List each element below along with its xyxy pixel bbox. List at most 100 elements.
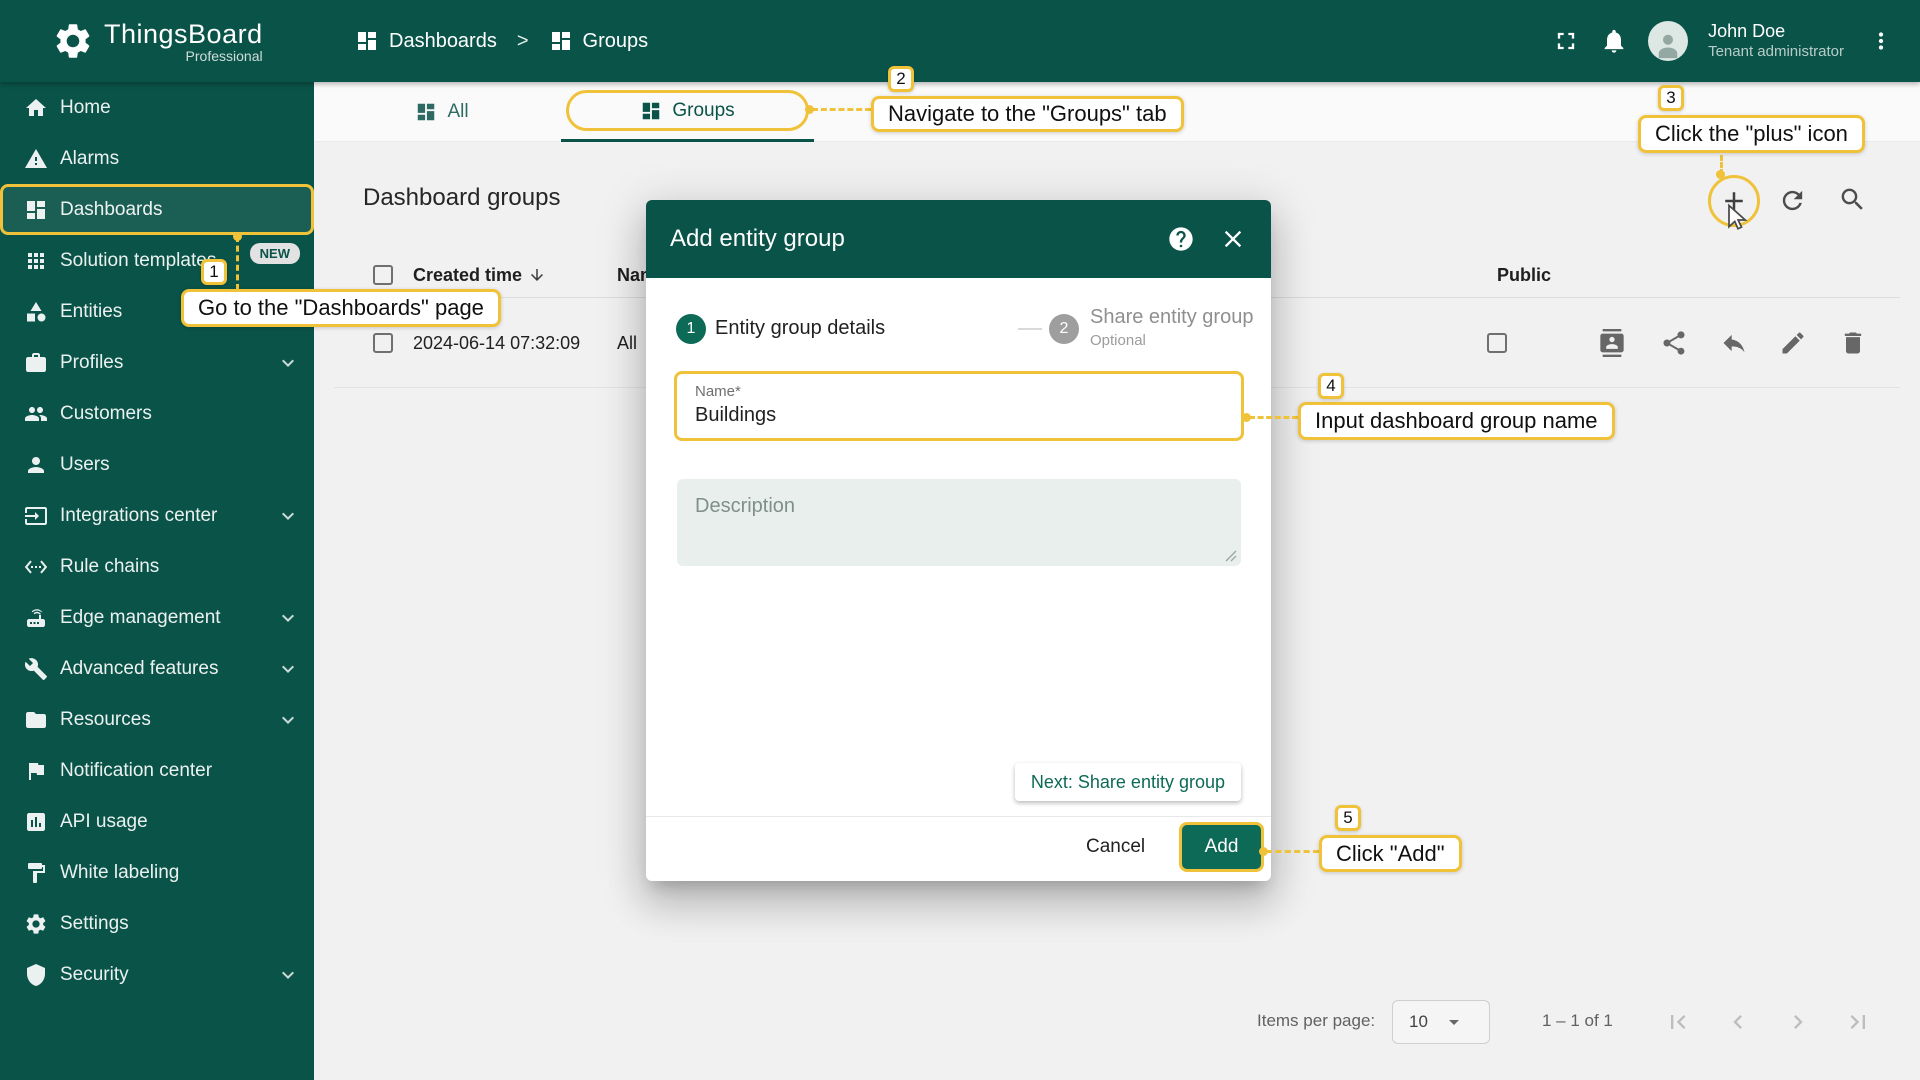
public-checkbox[interactable]	[1487, 333, 1507, 353]
callout-3-label: Click the "plus" icon	[1638, 115, 1865, 153]
first-page-button[interactable]	[1664, 1008, 1692, 1036]
sidebar-item-home[interactable]: Home	[0, 82, 314, 133]
sidebar-item-label: Resources	[60, 709, 151, 731]
chevron-down-icon	[276, 351, 300, 375]
manage-users-button[interactable]	[1598, 329, 1626, 357]
input-icon	[24, 504, 48, 528]
brand-logo[interactable]: ThingsBoard Professional	[52, 0, 263, 82]
user-name: John Doe	[1708, 20, 1844, 43]
callout-5-dot	[1259, 847, 1268, 856]
items-per-page-select[interactable]: 10	[1392, 1000, 1490, 1044]
sidebar-item-edge-management[interactable]: Edge management	[0, 592, 314, 643]
last-page-icon	[1844, 1008, 1872, 1036]
step-2-label: Share entity group	[1090, 306, 1253, 329]
sidebar-item-security[interactable]: Security	[0, 949, 314, 1000]
description-textarea[interactable]	[677, 479, 1241, 566]
sidebar-item-label: API usage	[60, 811, 148, 833]
sidebar-item-label: Settings	[60, 913, 129, 935]
dropdown-arrow-icon	[1442, 1010, 1466, 1034]
dashboards-grid-icon	[549, 29, 573, 53]
undo-button[interactable]	[1720, 329, 1748, 357]
cancel-button[interactable]: Cancel	[1086, 836, 1145, 858]
app-header: ThingsBoard Professional Dashboards > Gr…	[0, 0, 1920, 82]
sidebar-item-users[interactable]: Users	[0, 439, 314, 490]
share-button[interactable]	[1660, 329, 1688, 357]
sidebar-item-solution-templates[interactable]: Solution templates NEW	[0, 235, 314, 286]
thingsboard-app: ThingsBoard Professional Dashboards > Gr…	[0, 0, 1920, 1080]
callout-2-label: Navigate to the "Groups" tab	[871, 96, 1184, 132]
sidebar-item-integrations-center[interactable]: Integrations center	[0, 490, 314, 541]
dashboards-grid-icon	[415, 101, 437, 123]
sidebar-item-settings[interactable]: Settings	[0, 898, 314, 949]
refresh-button[interactable]	[1778, 186, 1807, 215]
callout-1-number: 1	[201, 259, 227, 285]
next-page-button[interactable]	[1784, 1008, 1812, 1036]
resize-grip-icon[interactable]	[1225, 550, 1237, 562]
prev-page-button[interactable]	[1724, 1008, 1752, 1036]
sidebar-item-notification-center[interactable]: Notification center	[0, 745, 314, 796]
sidebar-item-alarms[interactable]: Alarms	[0, 133, 314, 184]
paint-icon	[24, 861, 48, 885]
name-field[interactable]: Name*	[674, 371, 1244, 441]
sidebar-item-label: Alarms	[60, 148, 119, 170]
edit-button[interactable]	[1779, 329, 1807, 357]
close-dialog-button[interactable]	[1219, 225, 1247, 253]
tab-all[interactable]: All	[362, 82, 522, 142]
next-share-entity-group-button[interactable]: Next: Share entity group	[1015, 763, 1241, 801]
fullscreen-button[interactable]	[1552, 27, 1580, 55]
callout-2-connector	[812, 108, 871, 111]
next-page-icon	[1784, 1008, 1812, 1036]
sidebar-item-rule-chains[interactable]: Rule chains	[0, 541, 314, 592]
brand-subtitle: Professional	[186, 48, 263, 64]
trash-icon	[1839, 329, 1867, 357]
sidebar-item-api-usage[interactable]: API usage	[0, 796, 314, 847]
notifications-button[interactable]	[1600, 27, 1628, 55]
sidebar-item-dashboards[interactable]: Dashboards	[0, 184, 314, 235]
last-page-button[interactable]	[1844, 1008, 1872, 1036]
breadcrumb: Dashboards > Groups	[355, 0, 648, 82]
callout-1-dot	[233, 232, 242, 241]
avatar[interactable]	[1648, 21, 1688, 61]
row-checkbox[interactable]	[373, 333, 393, 353]
breadcrumb-groups[interactable]: Groups	[549, 29, 649, 53]
sidebar-item-white-labeling[interactable]: White labeling	[0, 847, 314, 898]
user-block[interactable]: John Doe Tenant administrator	[1708, 20, 1844, 61]
breadcrumb-dashboards[interactable]: Dashboards	[355, 29, 497, 53]
sidebar-item-advanced-features[interactable]: Advanced features	[0, 643, 314, 694]
avatar-person-icon	[1651, 27, 1685, 61]
more-menu-button[interactable]	[1868, 28, 1894, 54]
user-role: Tenant administrator	[1708, 43, 1844, 62]
breadcrumb-label: Groups	[583, 30, 649, 53]
name-field-label: Name*	[695, 383, 741, 400]
step-2-label-block[interactable]: Share entity group Optional	[1090, 306, 1253, 349]
select-all-checkbox[interactable]	[373, 265, 393, 285]
delete-button[interactable]	[1839, 329, 1867, 357]
description-field[interactable]	[677, 479, 1241, 566]
step-1-label: Entity group details	[715, 317, 885, 340]
edit-pencil-icon	[1779, 329, 1807, 357]
sidebar-nav: Home Alarms Dashboards Solution template…	[0, 82, 314, 1080]
more-vert-icon	[1868, 28, 1894, 54]
sidebar-item-label: Entities	[60, 301, 122, 323]
name-input[interactable]	[695, 404, 1215, 427]
sidebar-item-label: Customers	[60, 403, 152, 425]
sidebar-item-label: Home	[60, 97, 111, 119]
help-button[interactable]	[1167, 225, 1195, 253]
sidebar-item-customers[interactable]: Customers	[0, 388, 314, 439]
add-button[interactable]: Add	[1179, 822, 1264, 872]
callout-4-connector	[1249, 416, 1298, 419]
first-page-icon	[1664, 1008, 1692, 1036]
folder-icon	[24, 708, 48, 732]
sidebar-item-resources[interactable]: Resources	[0, 694, 314, 745]
logo-gear-icon	[52, 20, 94, 62]
search-button[interactable]	[1838, 185, 1867, 214]
tab-groups[interactable]: Groups	[566, 90, 809, 131]
sidebar-item-label: Advanced features	[60, 658, 218, 680]
chevron-down-icon	[276, 504, 300, 528]
brand-name: ThingsBoard	[104, 19, 263, 50]
sidebar-item-profiles[interactable]: Profiles	[0, 337, 314, 388]
dialog-header: Add entity group	[646, 200, 1271, 278]
callout-1-label: Go to the "Dashboards" page	[181, 289, 501, 327]
warning-icon	[24, 147, 48, 171]
callout-4-label: Input dashboard group name	[1298, 402, 1615, 440]
